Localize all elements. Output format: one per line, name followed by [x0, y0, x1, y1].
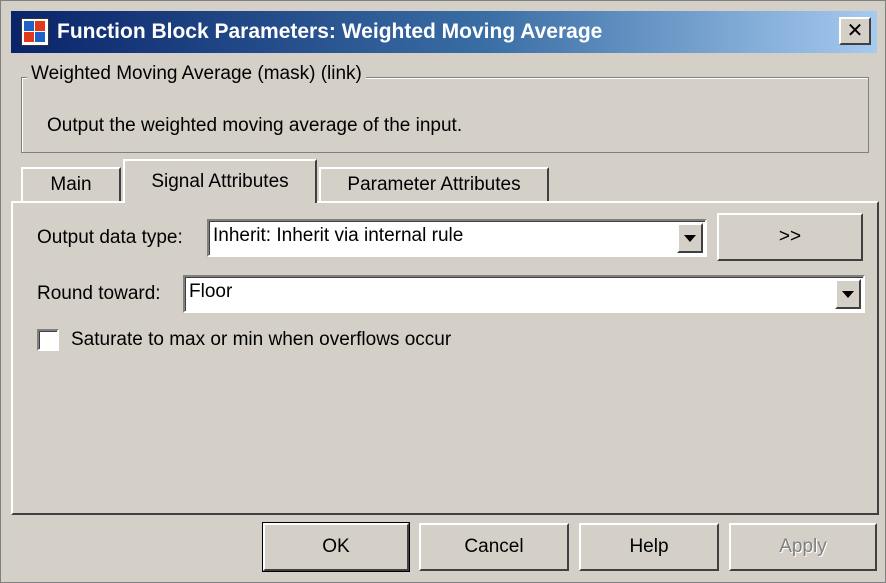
- help-button[interactable]: Help: [579, 523, 719, 571]
- tab-signal-attributes[interactable]: Signal Attributes: [123, 159, 317, 203]
- apply-button[interactable]: Apply: [729, 523, 877, 571]
- output-data-type-dropdown[interactable]: Inherit: Inherit via internal rule: [207, 219, 707, 257]
- saturate-checkbox-label[interactable]: Saturate to max or min when overflows oc…: [71, 329, 451, 351]
- apply-button-label: Apply: [779, 536, 827, 557]
- chevron-down-icon: [842, 290, 854, 298]
- cancel-button[interactable]: Cancel: [419, 523, 569, 571]
- cancel-button-label: Cancel: [464, 536, 524, 557]
- chevron-down-icon: [684, 234, 696, 242]
- round-toward-label: Round toward:: [37, 283, 161, 304]
- close-icon: ✕: [846, 20, 864, 42]
- simulink-block-icon: [21, 18, 49, 46]
- block-description: Output the weighted moving average of th…: [47, 115, 463, 136]
- ok-button[interactable]: OK: [262, 522, 410, 572]
- tab-signal-attributes-label: Signal Attributes: [151, 171, 289, 192]
- dialog-window: Function Block Parameters: Weighted Movi…: [0, 0, 886, 583]
- dropdown-arrow-button[interactable]: [677, 223, 703, 253]
- tab-parameter-attributes-label: Parameter Attributes: [347, 174, 521, 195]
- tab-main[interactable]: Main: [21, 167, 121, 201]
- data-type-assistant-button[interactable]: >>: [717, 213, 863, 261]
- help-button-label: Help: [629, 536, 669, 557]
- tab-main-label: Main: [50, 174, 92, 195]
- groupbox-legend: Weighted Moving Average (mask) (link): [27, 63, 366, 85]
- tab-parameter-attributes[interactable]: Parameter Attributes: [319, 167, 549, 201]
- output-data-type-value: Inherit: Inherit via internal rule: [213, 225, 464, 246]
- round-toward-value: Floor: [189, 281, 233, 302]
- window-title: Function Block Parameters: Weighted Movi…: [57, 20, 603, 43]
- dropdown-arrow-button[interactable]: [835, 279, 861, 309]
- ok-button-label: OK: [322, 536, 350, 557]
- data-type-assistant-label: >>: [778, 226, 802, 247]
- title-bar[interactable]: Function Block Parameters: Weighted Movi…: [11, 11, 877, 53]
- close-button[interactable]: ✕: [839, 17, 871, 45]
- round-toward-dropdown[interactable]: Floor: [183, 275, 865, 313]
- output-data-type-label: Output data type:: [37, 227, 183, 248]
- saturate-checkbox[interactable]: [37, 329, 59, 351]
